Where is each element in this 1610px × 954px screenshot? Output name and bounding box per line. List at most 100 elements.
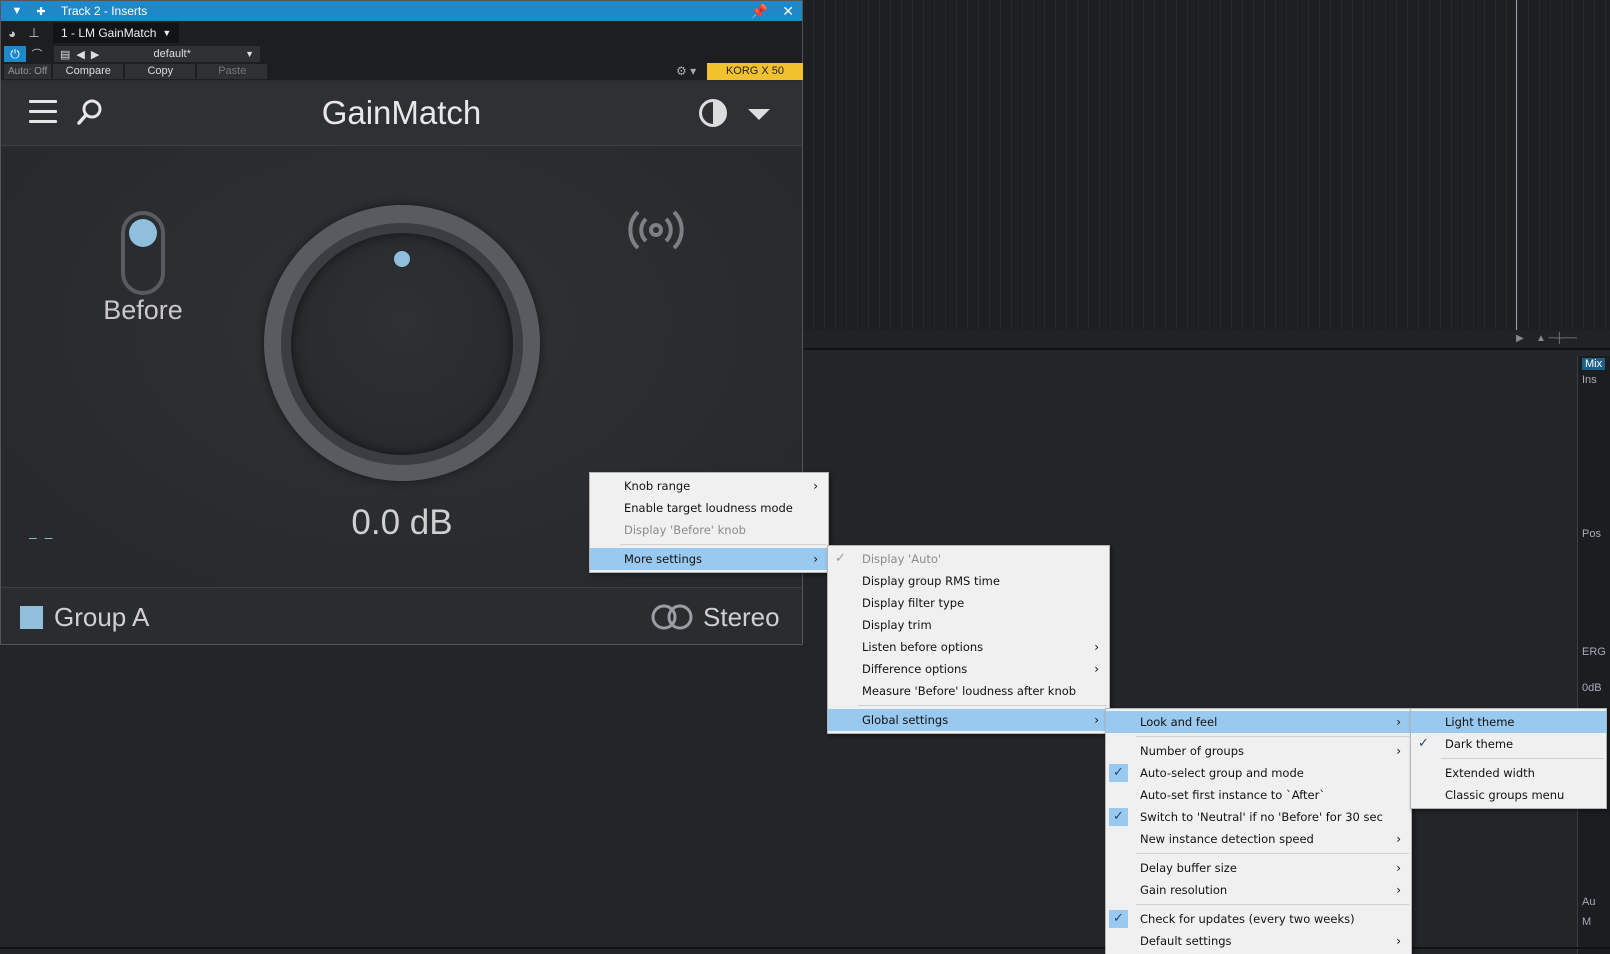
group-selector[interactable]: Group A bbox=[54, 602, 149, 633]
caret-down-icon[interactable] bbox=[748, 109, 770, 120]
menu-item-default-settings[interactable]: Default settings › bbox=[1106, 930, 1411, 952]
next-preset-icon[interactable]: ▶ bbox=[91, 48, 99, 61]
inserts-label[interactable]: Ins bbox=[1582, 374, 1597, 386]
menu-item-look-and-feel[interactable]: Look and feel › bbox=[1106, 711, 1411, 733]
menu-item-display-group-rms[interactable]: Display group RMS time bbox=[828, 570, 1109, 592]
menu-item-label: Light theme bbox=[1445, 715, 1515, 729]
menu-item-display-trim[interactable]: Display trim bbox=[828, 614, 1109, 636]
automation-button[interactable]: Auto: Off bbox=[4, 64, 52, 79]
sidechain-icon[interactable]: ⌒ bbox=[26, 46, 48, 62]
menu-separator bbox=[1136, 904, 1409, 905]
submenu-arrow-icon: › bbox=[1396, 883, 1401, 897]
add-icon[interactable]: ✚ bbox=[33, 5, 49, 18]
submenu-arrow-icon: › bbox=[1094, 640, 1099, 654]
plugin-header: GainMatch bbox=[1, 82, 802, 146]
window-titlebar[interactable]: ▼ ✚ Track 2 - Inserts 📌 ✕ bbox=[1, 1, 802, 21]
mute-label[interactable]: M bbox=[1582, 916, 1591, 928]
menu-item-gain-resolution[interactable]: Gain resolution › bbox=[1106, 879, 1411, 901]
before-after-switch[interactable] bbox=[121, 211, 165, 295]
group-color-swatch[interactable] bbox=[20, 606, 43, 629]
menu-item-switch-to-neutral[interactable]: ✓ Switch to 'Neutral' if no 'Before' for … bbox=[1106, 806, 1411, 828]
menu-separator bbox=[620, 544, 826, 545]
routing-icon[interactable]: ⊥ bbox=[23, 25, 45, 41]
device-label[interactable]: KORG X 50 bbox=[707, 63, 803, 80]
broadcast-icon[interactable] bbox=[627, 207, 685, 253]
stereo-mode-selector[interactable]: Stereo bbox=[703, 602, 780, 633]
loudness-readout: – – bbox=[29, 529, 55, 545]
menu-item-measure-before-loudness[interactable]: Measure 'Before' loudness after knob bbox=[828, 680, 1109, 702]
menu-item-display-before-knob[interactable]: Display 'Before' knob bbox=[590, 519, 828, 541]
menu-item-detection-speed[interactable]: New instance detection speed › bbox=[1106, 828, 1411, 850]
menu-item-label: Difference options bbox=[862, 662, 968, 676]
pin-icon[interactable]: 📌 bbox=[751, 3, 768, 20]
menu-item-label: Delay buffer size bbox=[1140, 861, 1237, 875]
menu-item-auto-select-group[interactable]: ✓ Auto-select group and mode bbox=[1106, 762, 1411, 784]
preset-file-icon[interactable]: ▤ bbox=[60, 48, 70, 61]
menu-item-enable-target-loudness[interactable]: Enable target loudness mode bbox=[590, 497, 828, 519]
copy-button[interactable]: Copy bbox=[125, 64, 196, 79]
scroll-right-icon[interactable]: ▶ bbox=[1516, 333, 1524, 344]
menu-item-label: Classic groups menu bbox=[1445, 788, 1565, 802]
submenu-arrow-icon: › bbox=[813, 479, 818, 493]
paste-button[interactable]: Paste bbox=[197, 64, 268, 79]
zoom-icon[interactable]: ▲ ─┼── bbox=[1536, 333, 1577, 344]
menu-item-number-of-groups[interactable]: Number of groups › bbox=[1106, 740, 1411, 762]
collapse-icon[interactable]: ▼ bbox=[9, 5, 25, 17]
menu-item-label: New instance detection speed bbox=[1140, 832, 1314, 846]
arrangement-area[interactable] bbox=[803, 0, 1610, 350]
gear-icon[interactable]: ⚙ ▾ bbox=[676, 64, 696, 78]
menu-separator bbox=[1136, 736, 1409, 737]
insert-toolbar: ◕ ⊥ 1 - LM GainMatch ▼ bbox=[1, 21, 802, 45]
bypass-all-icon[interactable]: ◕ bbox=[1, 26, 23, 41]
automation-label[interactable]: Au bbox=[1582, 896, 1595, 908]
menu-item-delay-buffer-size[interactable]: Delay buffer size › bbox=[1106, 857, 1411, 879]
menu-item-classic-groups-menu[interactable]: Classic groups menu bbox=[1411, 784, 1606, 806]
menu-item-global-settings[interactable]: Global settings › bbox=[828, 709, 1109, 731]
menu-item-display-auto[interactable]: ✓ Display 'Auto' bbox=[828, 548, 1109, 570]
menu-item-label: Auto-set first instance to `After` bbox=[1140, 788, 1326, 802]
compare-button[interactable]: Compare bbox=[53, 64, 124, 79]
submenu-arrow-icon: › bbox=[813, 552, 818, 566]
menu-item-listen-before-options[interactable]: Listen before options › bbox=[828, 636, 1109, 658]
menu-item-extended-width[interactable]: Extended width bbox=[1411, 762, 1606, 784]
menu-item-auto-set-first-instance[interactable]: Auto-set first instance to `After` bbox=[1106, 784, 1411, 806]
menu-item-label: Display group RMS time bbox=[862, 574, 1000, 588]
power-icon[interactable]: ⏻ bbox=[4, 46, 26, 62]
menu-item-difference-options[interactable]: Difference options › bbox=[828, 658, 1109, 680]
knob-indicator bbox=[394, 251, 410, 267]
stereo-icon[interactable] bbox=[651, 604, 693, 630]
menu-item-knob-range[interactable]: Knob range › bbox=[590, 475, 828, 497]
menu-item-dark-theme[interactable]: ✓ Dark theme bbox=[1411, 733, 1606, 755]
checkmark-icon: ✓ bbox=[835, 551, 846, 566]
chevron-down-icon: ▼ bbox=[245, 49, 254, 59]
theme-toggle-icon[interactable] bbox=[699, 99, 727, 127]
compare-toolbar: Auto: Off Compare Copy Paste ⚙ ▾ KORG X … bbox=[1, 63, 803, 80]
checkmark-icon: ✓ bbox=[1418, 736, 1429, 751]
close-icon[interactable]: ✕ bbox=[782, 3, 794, 20]
mixer-tab[interactable]: Mix bbox=[1582, 358, 1606, 370]
insert-selector[interactable]: 1 - LM GainMatch ▼ bbox=[53, 23, 180, 43]
prev-preset-icon[interactable]: ◀ bbox=[76, 48, 84, 61]
submenu-arrow-icon: › bbox=[1396, 934, 1401, 948]
gain-value[interactable]: 0.0 dB bbox=[301, 503, 503, 543]
checkmark-icon: ✓ bbox=[1109, 808, 1128, 826]
channel-name: ERG bbox=[1582, 646, 1606, 658]
menu-item-label: Display 'Auto' bbox=[862, 552, 942, 566]
menu-item-light-theme[interactable]: Light theme bbox=[1411, 711, 1606, 733]
menu-item-label: Extended width bbox=[1445, 766, 1535, 780]
timeline-scrollbar[interactable]: ▶ ▲ ─┼── bbox=[803, 330, 1610, 350]
plugin-title: GainMatch bbox=[321, 94, 482, 131]
plugin-footer: Group A Stereo bbox=[1, 587, 802, 644]
preset-selector[interactable]: ▤ ◀ ▶ default* ▼ bbox=[54, 46, 260, 62]
checkmark-icon: ✓ bbox=[1109, 764, 1128, 782]
menu-item-label: Auto-select group and mode bbox=[1140, 766, 1304, 780]
menu-item-display-filter-type[interactable]: Display filter type bbox=[828, 592, 1109, 614]
submenu-arrow-icon: › bbox=[1396, 744, 1401, 758]
menu-item-label: Number of groups bbox=[1140, 744, 1244, 758]
menu-item-label: Display 'Before' knob bbox=[624, 523, 746, 537]
menu-item-label: Enable target loudness mode bbox=[624, 501, 793, 515]
post-label[interactable]: Pos bbox=[1582, 528, 1601, 540]
menu-item-check-for-updates[interactable]: ✓ Check for updates (every two weeks) bbox=[1106, 908, 1411, 930]
menu-item-more-settings[interactable]: More settings › bbox=[590, 548, 828, 570]
menu-item-label: Display filter type bbox=[862, 596, 965, 610]
